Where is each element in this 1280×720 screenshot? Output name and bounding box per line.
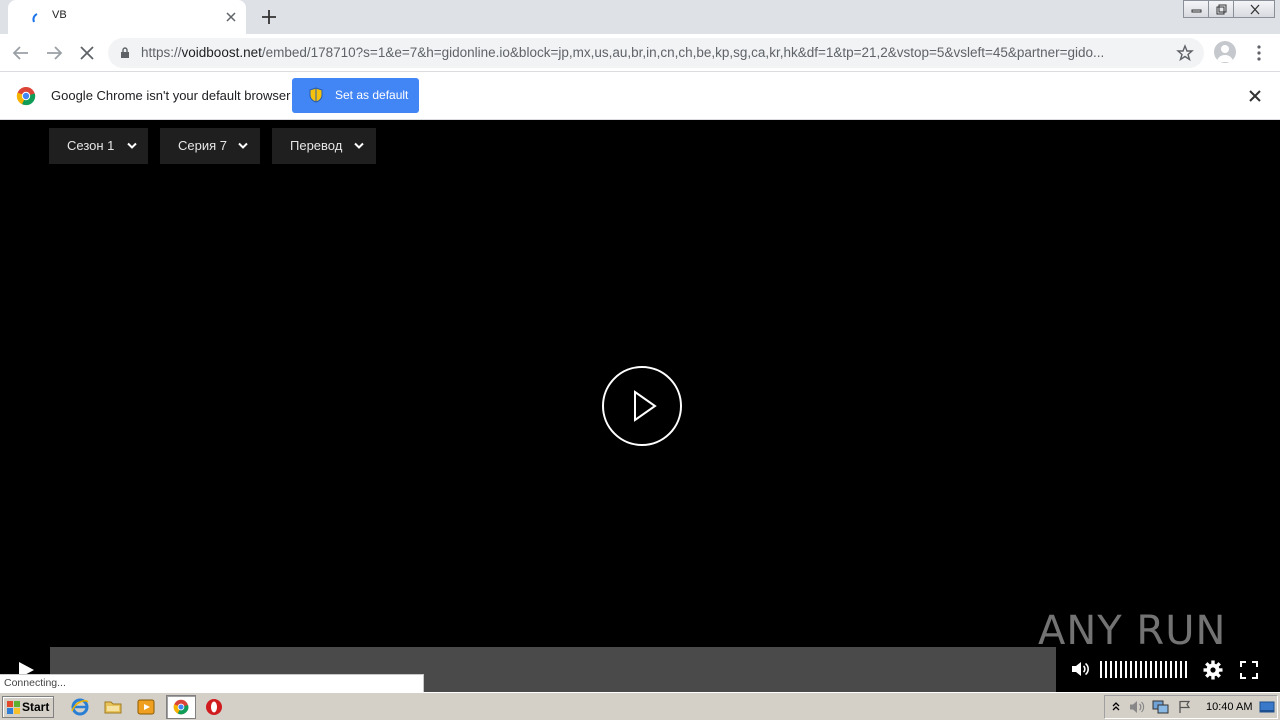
- volume-icon[interactable]: [1071, 661, 1089, 677]
- status-text: Connecting...: [4, 677, 66, 689]
- url-text: https://voidboost.net/embed/178710?s=1&e…: [141, 45, 1171, 60]
- close-window-icon: [1250, 4, 1260, 15]
- new-tab-icon[interactable]: [258, 6, 280, 28]
- set-as-default-button[interactable]: Set as default: [292, 78, 419, 113]
- volume-slider[interactable]: [1100, 661, 1188, 678]
- chrome-icon: [173, 699, 189, 715]
- set-as-default-label: Set as default: [335, 88, 409, 102]
- url-host: voidboost.net: [181, 45, 262, 60]
- minimize-icon: [1191, 9, 1202, 13]
- kebab-menu-icon[interactable]: [1256, 44, 1262, 62]
- season-dropdown[interactable]: Сезон 1: [49, 128, 148, 164]
- opera-icon[interactable]: [204, 697, 224, 717]
- clock: 10:40 AM: [1206, 701, 1253, 713]
- tab-strip: VB: [0, 0, 1280, 34]
- chrome-logo-icon: [16, 87, 36, 106]
- uac-shield-icon: [309, 87, 323, 103]
- fullscreen-icon[interactable]: [1240, 661, 1258, 679]
- browser-toolbar: https://voidboost.net/embed/178710?s=1&e…: [0, 34, 1280, 72]
- person-icon: [1217, 45, 1233, 62]
- url-path: /embed/178710?s=1&e=7&h=gidonline.io&blo…: [261, 45, 1105, 60]
- big-play-button[interactable]: [602, 366, 682, 446]
- anyrun-watermark: ANY RUN: [1038, 608, 1227, 654]
- windows-taskbar: Start 10:40 AM: [0, 692, 1280, 720]
- tab-title: VB: [52, 9, 67, 21]
- chevron-down-icon: [238, 142, 248, 149]
- status-bubble: Connecting...: [0, 674, 424, 692]
- media-player-icon[interactable]: [136, 697, 156, 717]
- url-scheme: https://: [141, 45, 182, 60]
- speaker-icon[interactable]: [1129, 700, 1145, 714]
- lock-icon: [121, 47, 129, 58]
- forward-icon[interactable]: [42, 42, 66, 64]
- infobar-message: Google Chrome isn't your default browser: [51, 88, 291, 103]
- stop-loading-icon[interactable]: [75, 42, 99, 64]
- tray-expand-icon[interactable]: [1111, 700, 1121, 712]
- gear-icon[interactable]: [1203, 660, 1223, 680]
- network-icon[interactable]: [1152, 700, 1170, 714]
- video-player[interactable]: Сезон 1 Серия 7 Перевод ANY RUN: [0, 120, 1280, 692]
- default-browser-infobar: Google Chrome isn't your default browser…: [0, 72, 1280, 120]
- chevron-down-icon: [127, 142, 137, 149]
- episode-dropdown-label: Серия 7: [178, 138, 227, 153]
- profile-avatar-icon[interactable]: [1214, 41, 1236, 63]
- close-infobar-icon[interactable]: [1247, 88, 1263, 104]
- folder-icon[interactable]: [103, 697, 123, 717]
- chevron-down-icon: [354, 142, 364, 149]
- address-bar[interactable]: https://voidboost.net/embed/178710?s=1&e…: [108, 38, 1204, 68]
- start-button[interactable]: Start: [2, 696, 54, 718]
- close-tab-icon[interactable]: [222, 8, 240, 26]
- episode-dropdown[interactable]: Серия 7: [160, 128, 260, 164]
- play-icon: [634, 390, 657, 422]
- translation-dropdown-label: Перевод: [290, 138, 343, 153]
- bookmark-star-icon[interactable]: [1176, 44, 1194, 62]
- close-window-button[interactable]: [1233, 0, 1275, 18]
- loading-spinner-icon: [32, 13, 38, 23]
- restore-button[interactable]: [1208, 0, 1234, 18]
- show-desktop-icon[interactable]: [1259, 700, 1275, 714]
- windows-logo-icon: [7, 701, 20, 714]
- action-center-flag-icon[interactable]: [1178, 700, 1192, 714]
- chrome-taskbar-button[interactable]: [166, 695, 196, 719]
- back-icon[interactable]: [9, 42, 33, 64]
- restore-icon: [1216, 4, 1227, 15]
- browser-tab[interactable]: VB: [8, 0, 246, 34]
- minimize-button[interactable]: [1183, 0, 1209, 18]
- translation-dropdown[interactable]: Перевод: [272, 128, 376, 164]
- ie-icon[interactable]: [70, 697, 90, 717]
- start-label: Start: [22, 700, 50, 714]
- season-dropdown-label: Сезон 1: [67, 138, 115, 153]
